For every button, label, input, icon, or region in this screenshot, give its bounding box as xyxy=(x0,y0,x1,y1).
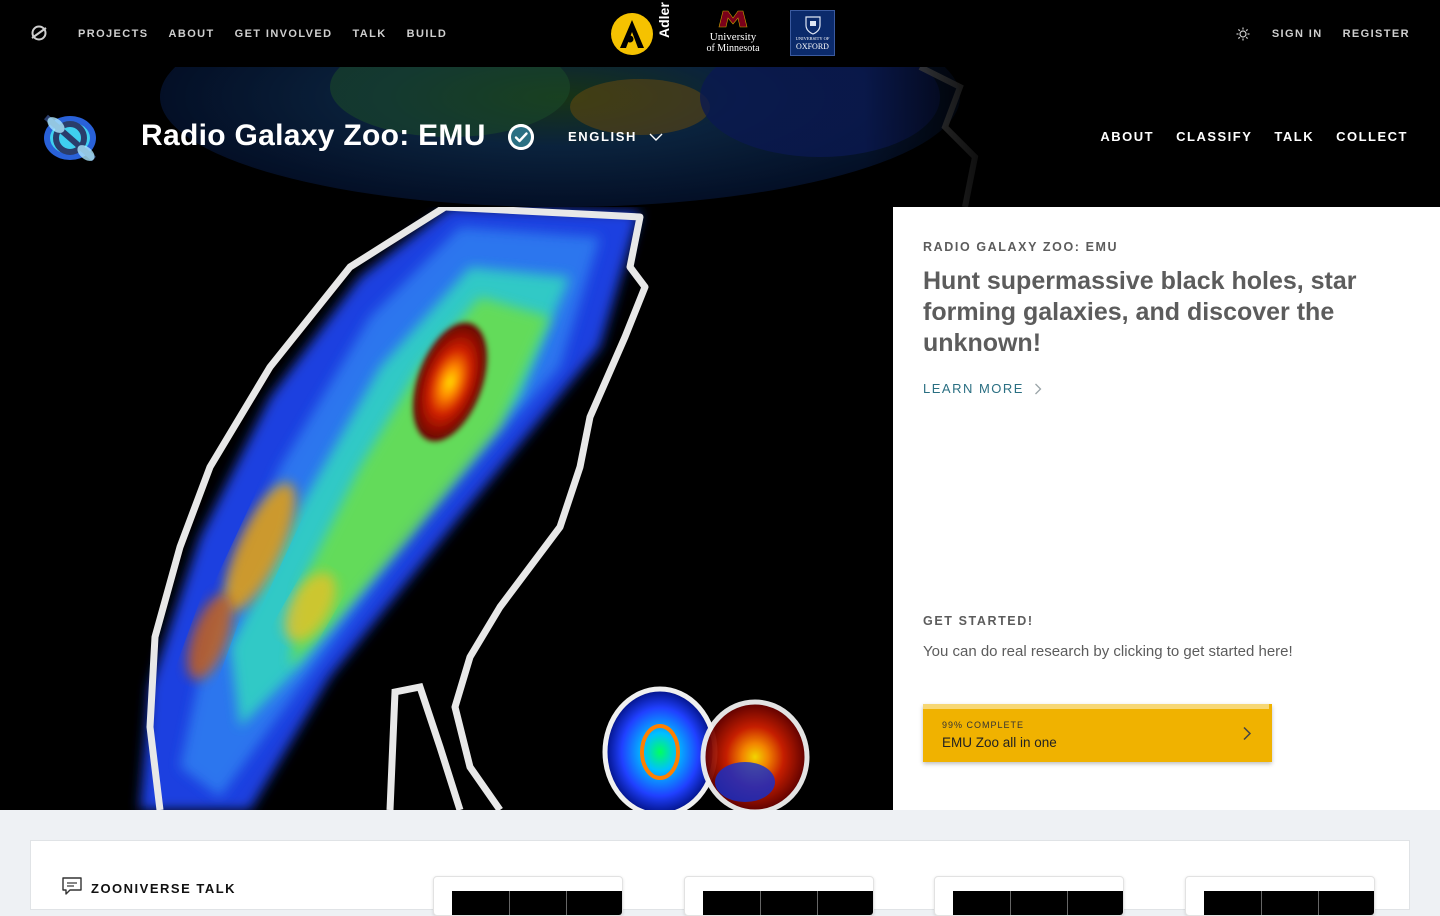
subject-image-strip xyxy=(1204,891,1374,915)
oxford-crest-icon xyxy=(804,16,821,35)
subject-image-strip xyxy=(953,891,1123,915)
project-nav-about[interactable]: ABOUT xyxy=(1100,129,1154,144)
nav-build[interactable]: BUILD xyxy=(407,28,448,40)
project-eyebrow: RADIO GALAXY ZOO: EMU xyxy=(923,240,1119,254)
university-of-oxford-logo[interactable]: UNIVERSITY OF OXFORD xyxy=(790,10,835,56)
speech-bubble-icon xyxy=(62,877,82,895)
get-started-heading: GET STARTED! xyxy=(923,614,1034,628)
partner-logos: Adler University of Minnesota UNIVERSITY… xyxy=(608,2,835,56)
learn-more-label: LEARN MORE xyxy=(923,381,1024,396)
language-selector[interactable]: ENGLISH xyxy=(568,129,663,144)
talk-section-title: ZOONIVERSE TALK xyxy=(91,881,237,896)
chevron-right-icon xyxy=(1243,726,1252,741)
sign-in-link[interactable]: SIGN IN xyxy=(1272,28,1323,40)
umn-line1: University xyxy=(709,31,757,43)
adler-planetarium-logo[interactable]: Adler xyxy=(608,2,678,56)
talk-subject-thumbnail[interactable] xyxy=(934,876,1124,916)
chevron-right-icon xyxy=(1035,383,1042,394)
zooniverse-main-nav: PROJECTS ABOUT GET INVOLVED TALK BUILD xyxy=(78,0,467,67)
oxford-line2: OXFORD xyxy=(796,42,829,51)
workflow-progress-bar xyxy=(923,704,1269,709)
project-nav: ABOUT CLASSIFY TALK COLLECT xyxy=(1078,129,1408,144)
nav-talk[interactable]: TALK xyxy=(353,28,387,40)
project-nav-classify[interactable]: CLASSIFY xyxy=(1176,129,1252,144)
workflow-button[interactable]: 99% COMPLETE EMU Zoo all in one xyxy=(923,704,1272,762)
register-link[interactable]: REGISTER xyxy=(1343,28,1410,40)
umn-m-icon xyxy=(718,10,748,28)
project-title[interactable]: Radio Galaxy Zoo: EMU xyxy=(141,119,486,153)
workflow-completion-label: 99% COMPLETE xyxy=(942,720,1025,730)
project-nav-collect[interactable]: COLLECT xyxy=(1336,129,1408,144)
language-label: ENGLISH xyxy=(568,129,637,144)
nav-projects[interactable]: PROJECTS xyxy=(78,28,149,40)
verified-check-icon xyxy=(508,124,534,150)
get-started-description: You can do real research by clicking to … xyxy=(923,643,1293,660)
talk-subject-thumbnail[interactable] xyxy=(684,876,874,916)
hero-background-image xyxy=(0,207,893,810)
project-header: Radio Galaxy Zoo: EMU ENGLISH ABOUT CLAS… xyxy=(0,67,1440,207)
project-nav-talk[interactable]: TALK xyxy=(1274,129,1314,144)
theme-toggle-sun-icon[interactable] xyxy=(1236,27,1250,41)
zooniverse-topbar: PROJECTS ABOUT GET INVOLVED TALK BUILD A… xyxy=(0,0,1440,67)
workflow-name: EMU Zoo all in one xyxy=(942,735,1057,750)
project-headline: Hunt supermassive black holes, star form… xyxy=(923,267,1357,357)
subject-image-strip xyxy=(452,891,622,915)
talk-subject-thumbnail[interactable] xyxy=(1185,876,1375,916)
subject-image-strip xyxy=(703,891,873,915)
project-avatar-icon[interactable] xyxy=(34,103,104,173)
adler-logo-text: Adler xyxy=(656,2,672,38)
university-of-minnesota-logo[interactable]: University of Minnesota xyxy=(696,10,770,56)
nav-about[interactable]: ABOUT xyxy=(169,28,215,40)
talk-subject-thumbnail[interactable] xyxy=(433,876,623,916)
learn-more-link[interactable]: LEARN MORE xyxy=(923,381,1042,396)
talk-section: ZOONIVERSE TALK xyxy=(0,810,1440,916)
umn-line2: of Minnesota xyxy=(706,43,760,54)
zooniverse-logo-icon[interactable] xyxy=(30,24,48,42)
account-links: SIGN IN REGISTER xyxy=(1236,0,1410,67)
radio-galaxy-image xyxy=(0,207,893,810)
hero-info-panel: RADIO GALAXY ZOO: EMU Hunt supermassive … xyxy=(893,207,1440,810)
nav-get-involved[interactable]: GET INVOLVED xyxy=(235,28,333,40)
chevron-down-icon xyxy=(649,133,663,141)
